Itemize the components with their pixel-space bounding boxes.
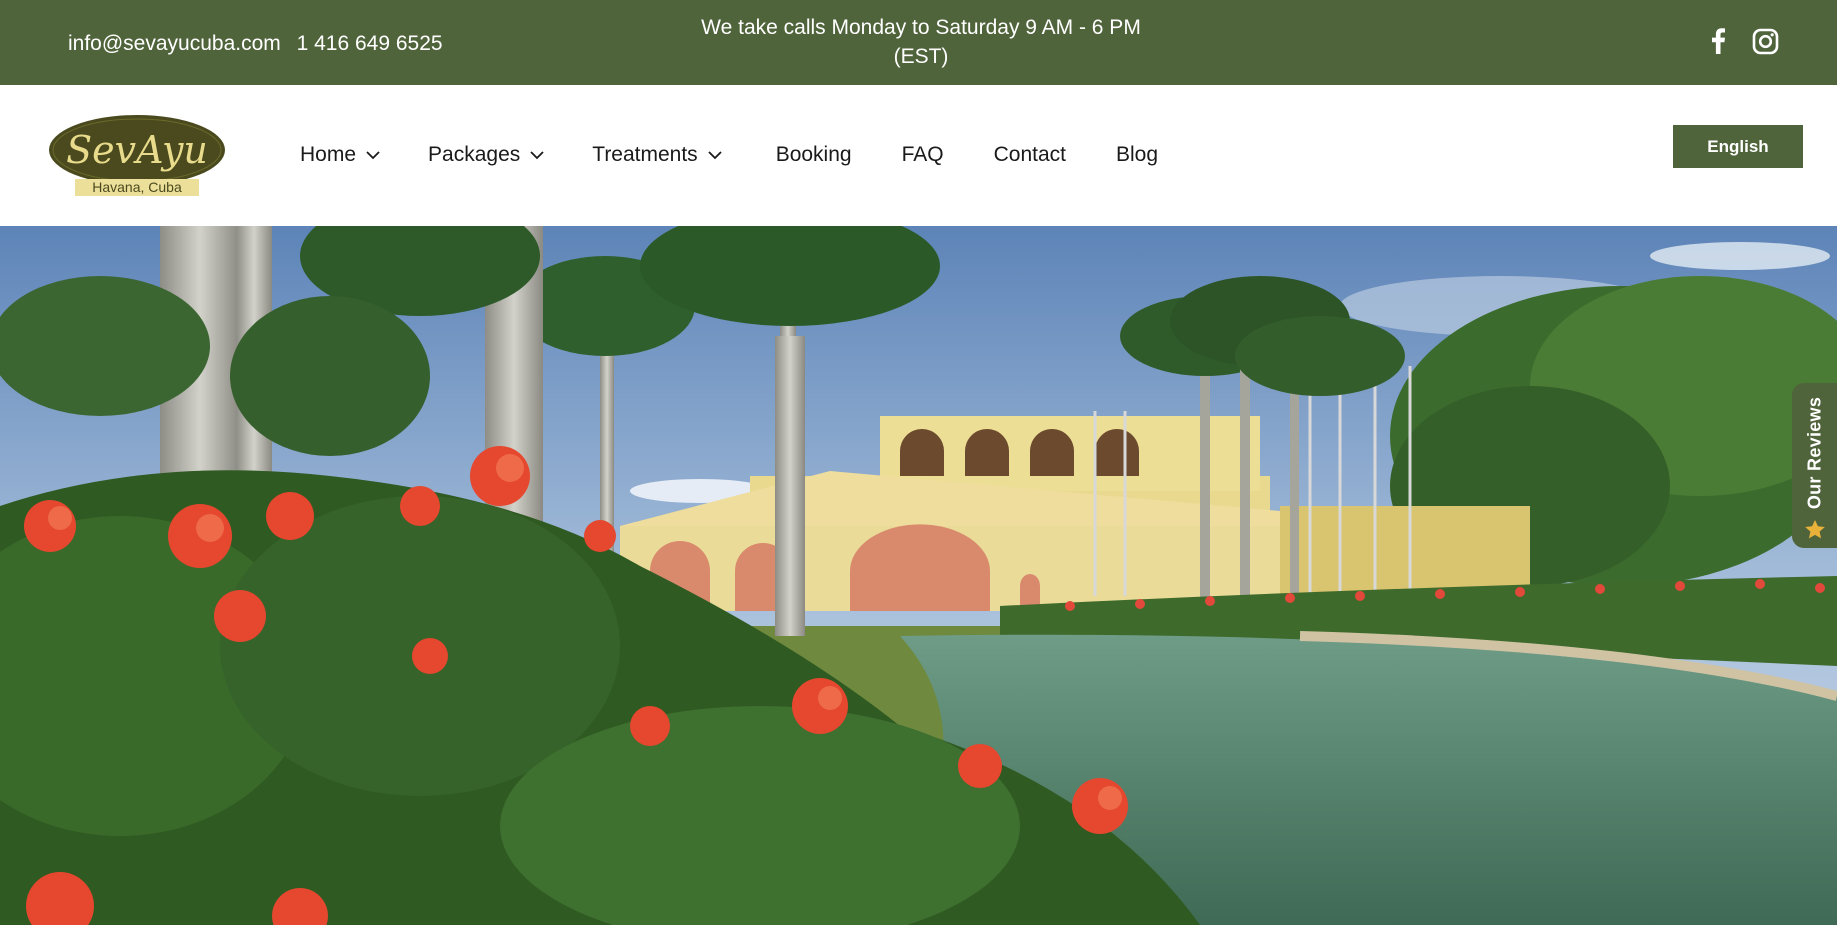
nav-treatments-label: Treatments [592, 143, 698, 166]
main-header: SevAyu Havana, Cuba Home Packages Treatm… [0, 85, 1837, 226]
nav-packages-label: Packages [428, 143, 521, 166]
chevron-down-icon [708, 150, 722, 160]
logo-brand-text: SevAyu [66, 128, 208, 172]
phone-link[interactable]: 1 416 649 6525 [297, 32, 443, 55]
chevron-down-icon [366, 150, 380, 160]
nav-item-packages[interactable]: Packages [428, 143, 544, 167]
main-nav: Home Packages Treatments Booking FAQ Con… [300, 143, 1158, 167]
email-link[interactable]: info@sevayucuba.com [68, 32, 281, 55]
our-reviews-tab[interactable]: Our Reviews [1792, 383, 1837, 548]
sevayu-logo[interactable]: SevAyu Havana, Cuba [47, 113, 227, 203]
our-reviews-label: Our Reviews [1804, 396, 1824, 510]
contact-info: info@sevayucuba.com 1 416 649 6525 [68, 32, 453, 56]
language-button[interactable]: English [1673, 125, 1803, 168]
nav-item-blog[interactable]: Blog [1116, 143, 1158, 167]
top-bar: info@sevayucuba.com 1 416 649 6525 We ta… [0, 0, 1837, 85]
star-icon [1804, 519, 1826, 545]
facebook-icon[interactable] [1703, 26, 1733, 56]
nav-item-treatments[interactable]: Treatments [592, 143, 722, 167]
nav-item-contact[interactable]: Contact [994, 143, 1066, 167]
instagram-icon[interactable] [1750, 26, 1780, 56]
logo-tagline-text: Havana, Cuba [92, 179, 182, 195]
chevron-down-icon [530, 150, 544, 160]
nav-home-label: Home [300, 143, 357, 166]
nav-item-home[interactable]: Home [300, 143, 380, 167]
nav-item-booking[interactable]: Booking [776, 143, 852, 167]
nav-item-faq[interactable]: FAQ [902, 143, 944, 167]
call-hours-text: We take calls Monday to Saturday 9 AM - … [701, 16, 1141, 68]
hero-image [0, 226, 1837, 925]
